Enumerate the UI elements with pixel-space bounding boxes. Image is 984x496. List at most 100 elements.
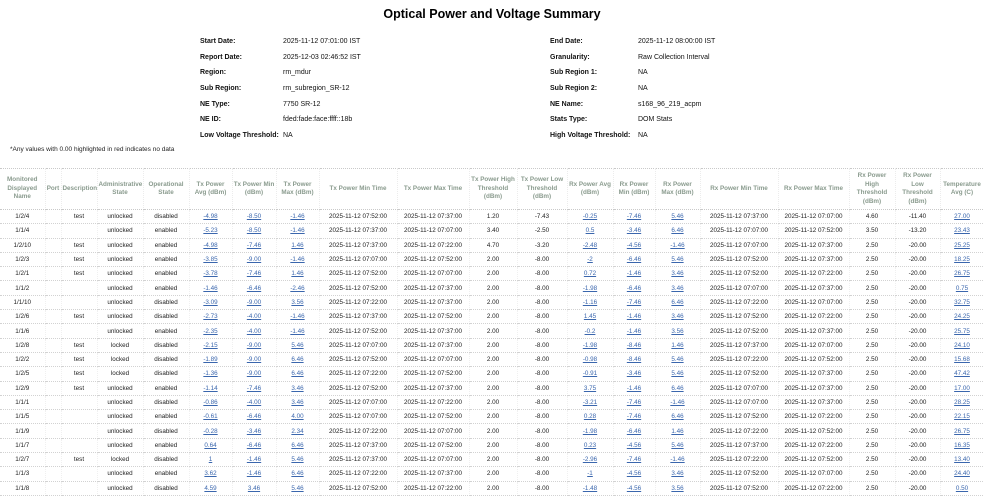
metric-value-link[interactable]: 1.46 <box>291 242 303 249</box>
metric-value-link[interactable]: 1.46 <box>671 428 683 435</box>
metric-value-link[interactable]: -1.46 <box>670 242 684 249</box>
metric-value-link[interactable]: 23.43 <box>954 227 970 234</box>
metric-value-link[interactable]: -7.46 <box>247 270 261 277</box>
metric-value-link[interactable]: -0.25 <box>583 213 597 220</box>
metric-value-link[interactable]: -4.56 <box>627 442 641 449</box>
metric-value-link[interactable]: 5.46 <box>291 342 303 349</box>
metric-value-link[interactable]: 6.46 <box>671 299 683 306</box>
metric-value-link[interactable]: -1.98 <box>583 285 597 292</box>
metric-value-link[interactable]: 0.64 <box>204 442 216 449</box>
metric-value-link[interactable]: -1.46 <box>627 328 641 335</box>
metric-value-link[interactable]: 25.25 <box>954 242 970 249</box>
metric-value-link[interactable]: -8.46 <box>627 342 641 349</box>
metric-value-link[interactable]: 3.75 <box>584 385 596 392</box>
metric-value-link[interactable]: -0.98 <box>583 356 597 363</box>
metric-value-link[interactable]: -2.73 <box>203 313 217 320</box>
metric-value-link[interactable]: -2.46 <box>290 285 304 292</box>
metric-value-link[interactable]: -9.00 <box>247 356 261 363</box>
metric-value-link[interactable]: -0.91 <box>583 370 597 377</box>
metric-value-link[interactable]: 4.00 <box>291 413 303 420</box>
metric-value-link[interactable]: 5.46 <box>291 456 303 463</box>
metric-value-link[interactable]: 16.35 <box>954 442 970 449</box>
metric-value-link[interactable]: 32.75 <box>954 299 970 306</box>
metric-value-link[interactable]: 0.72 <box>584 270 596 277</box>
metric-value-link[interactable]: 2.34 <box>291 428 303 435</box>
metric-value-link[interactable]: -3.09 <box>203 299 217 306</box>
metric-value-link[interactable]: -7.46 <box>627 213 641 220</box>
metric-value-link[interactable]: 26.75 <box>954 270 970 277</box>
metric-value-link[interactable]: 6.46 <box>671 385 683 392</box>
metric-value-link[interactable]: 3.46 <box>248 485 260 492</box>
metric-value-link[interactable]: -1.46 <box>290 256 304 263</box>
metric-value-link[interactable]: -6.46 <box>627 428 641 435</box>
metric-value-link[interactable]: -4.00 <box>247 399 261 406</box>
metric-value-link[interactable]: 24.25 <box>954 313 970 320</box>
metric-value-link[interactable]: -6.46 <box>627 256 641 263</box>
metric-value-link[interactable]: -4.98 <box>203 242 217 249</box>
metric-value-link[interactable]: -1.98 <box>583 428 597 435</box>
metric-value-link[interactable]: -3.78 <box>203 270 217 277</box>
metric-value-link[interactable]: -9.00 <box>247 342 261 349</box>
metric-value-link[interactable]: 3.56 <box>671 485 683 492</box>
metric-value-link[interactable]: -3.46 <box>627 227 641 234</box>
metric-value-link[interactable]: -1.46 <box>290 328 304 335</box>
metric-value-link[interactable]: 5.46 <box>291 485 303 492</box>
metric-value-link[interactable]: -6.46 <box>627 285 641 292</box>
metric-value-link[interactable]: 6.46 <box>291 356 303 363</box>
metric-value-link[interactable]: 1.45 <box>584 313 596 320</box>
metric-value-link[interactable]: -8.46 <box>627 356 641 363</box>
metric-value-link[interactable]: 3.46 <box>671 285 683 292</box>
metric-value-link[interactable]: -1.14 <box>203 385 217 392</box>
metric-value-link[interactable]: -1.46 <box>290 213 304 220</box>
metric-value-link[interactable]: 0.50 <box>956 485 968 492</box>
metric-value-link[interactable]: -4.56 <box>627 470 641 477</box>
metric-value-link[interactable]: -1 <box>587 470 593 477</box>
metric-value-link[interactable]: 6.46 <box>291 470 303 477</box>
metric-value-link[interactable]: 3.56 <box>671 328 683 335</box>
metric-value-link[interactable]: -4.00 <box>247 328 261 335</box>
metric-value-link[interactable]: -1.46 <box>627 313 641 320</box>
metric-value-link[interactable]: -2.15 <box>203 342 217 349</box>
metric-value-link[interactable]: -7.46 <box>627 413 641 420</box>
metric-value-link[interactable]: -9.00 <box>247 256 261 263</box>
metric-value-link[interactable]: -1.46 <box>203 285 217 292</box>
metric-value-link[interactable]: -6.46 <box>247 413 261 420</box>
metric-value-link[interactable]: 3.56 <box>291 299 303 306</box>
metric-value-link[interactable]: 0.23 <box>584 442 596 449</box>
metric-value-link[interactable]: 26.75 <box>954 428 970 435</box>
metric-value-link[interactable]: -1.46 <box>627 385 641 392</box>
metric-value-link[interactable]: -7.46 <box>247 242 261 249</box>
metric-value-link[interactable]: -1.46 <box>670 456 684 463</box>
metric-value-link[interactable]: -3.46 <box>247 428 261 435</box>
metric-value-link[interactable]: -7.46 <box>627 399 641 406</box>
metric-value-link[interactable]: -3.46 <box>627 370 641 377</box>
metric-value-link[interactable]: -8.50 <box>247 213 261 220</box>
metric-value-link[interactable]: 3.46 <box>291 399 303 406</box>
metric-value-link[interactable]: -0.28 <box>203 428 217 435</box>
metric-value-link[interactable]: 5.46 <box>671 256 683 263</box>
metric-value-link[interactable]: 24.40 <box>954 470 970 477</box>
metric-value-link[interactable]: 1.46 <box>291 270 303 277</box>
metric-value-link[interactable]: -7.46 <box>627 299 641 306</box>
metric-value-link[interactable]: 18.25 <box>954 256 970 263</box>
metric-value-link[interactable]: 47.42 <box>954 370 970 377</box>
metric-value-link[interactable]: 6.46 <box>291 442 303 449</box>
metric-value-link[interactable]: -3.85 <box>203 256 217 263</box>
metric-value-link[interactable]: -0.61 <box>203 413 217 420</box>
metric-value-link[interactable]: -2 <box>587 256 593 263</box>
metric-value-link[interactable]: -2.48 <box>583 242 597 249</box>
metric-value-link[interactable]: 0.28 <box>584 413 596 420</box>
metric-value-link[interactable]: -1.46 <box>290 227 304 234</box>
metric-value-link[interactable]: 5.46 <box>671 213 683 220</box>
metric-value-link[interactable]: 0.75 <box>956 285 968 292</box>
metric-value-link[interactable]: 3.46 <box>291 385 303 392</box>
metric-value-link[interactable]: 5.46 <box>671 356 683 363</box>
metric-value-link[interactable]: -1.98 <box>583 342 597 349</box>
metric-value-link[interactable]: -4.00 <box>247 313 261 320</box>
metric-value-link[interactable]: -1.89 <box>203 356 217 363</box>
metric-value-link[interactable]: -9.00 <box>247 370 261 377</box>
metric-value-link[interactable]: -4.98 <box>203 213 217 220</box>
metric-value-link[interactable]: -3.21 <box>583 399 597 406</box>
metric-value-link[interactable]: 3.46 <box>671 470 683 477</box>
metric-value-link[interactable]: -2.35 <box>203 328 217 335</box>
